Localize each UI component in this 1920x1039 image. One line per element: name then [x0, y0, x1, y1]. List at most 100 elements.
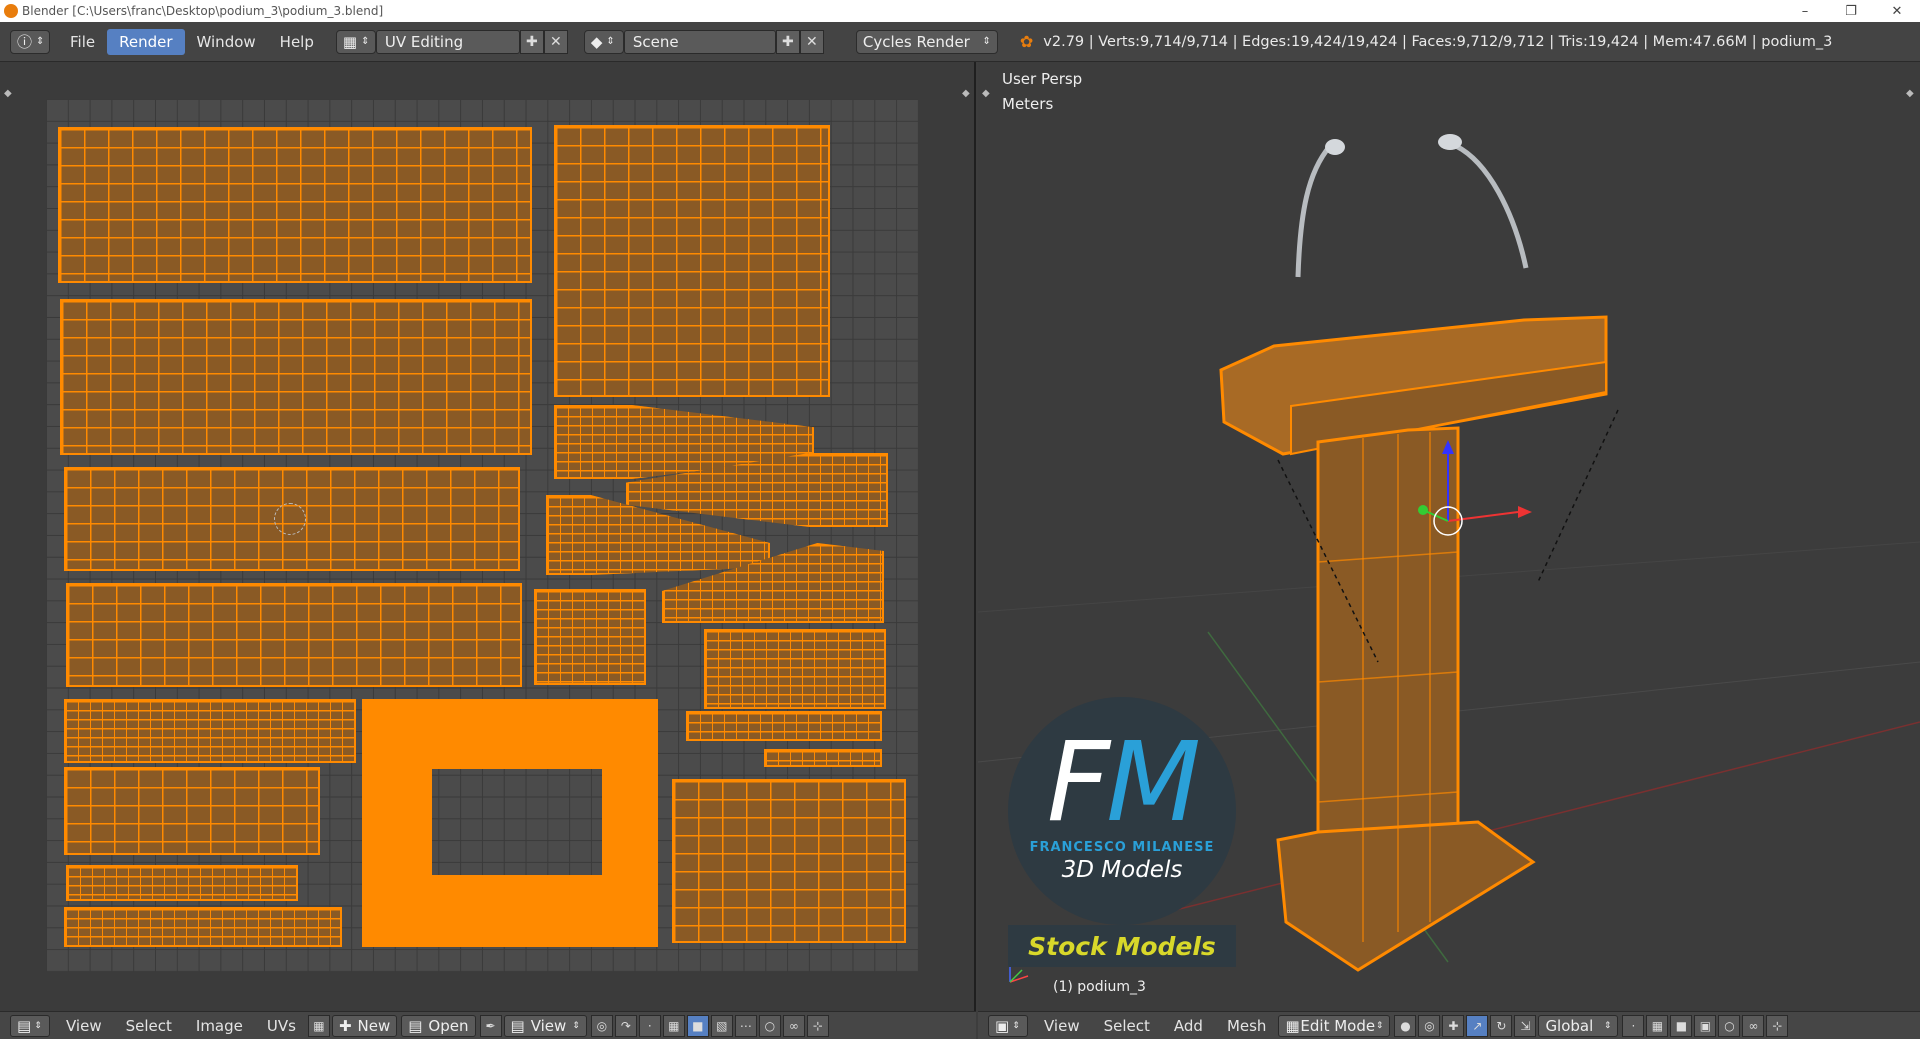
- info-header: ⓘ ⇕ File Render Window Help ▦ ⇕ UV Editing…: [0, 22, 1920, 62]
- pivot-point-icon[interactable]: ◎: [1418, 1014, 1441, 1037]
- menu-help[interactable]: Help: [268, 29, 326, 55]
- scene-browse-button[interactable]: ◆ ⇕: [583, 29, 624, 54]
- updown-icon: ⇕: [361, 36, 370, 47]
- updown-icon: ⇕: [1603, 1020, 1612, 1031]
- 2d-cursor-icon[interactable]: [274, 503, 306, 535]
- region-toggle-icon[interactable]: ◆: [4, 88, 12, 99]
- shading-solid-icon[interactable]: ●: [1394, 1014, 1417, 1037]
- uv-island[interactable]: [764, 749, 882, 767]
- logo-monogram: FM: [1008, 727, 1236, 837]
- vertex-select-icon[interactable]: ⋅: [638, 1014, 661, 1037]
- rotate-icon[interactable]: ↻: [1490, 1014, 1513, 1037]
- updown-icon: ⇕: [606, 36, 615, 47]
- uv-island[interactable]: [60, 299, 532, 455]
- layout-name-field[interactable]: UV Editing: [375, 29, 520, 54]
- uv-menu-uvs[interactable]: UVs: [255, 1017, 308, 1035]
- menu-render[interactable]: Render: [107, 28, 185, 55]
- face-select-icon[interactable]: ■: [1670, 1014, 1693, 1037]
- uv-island[interactable]: [64, 767, 320, 855]
- new-image-label: New: [357, 1016, 391, 1035]
- pin-icon[interactable]: ✒: [479, 1014, 502, 1037]
- close-icon[interactable]: ✕: [1874, 0, 1920, 22]
- scene-stats: v2.79 | Verts:9,714/9,714 | Edges:19,424…: [1043, 33, 1833, 50]
- uv-island[interactable]: [554, 125, 830, 397]
- vp-menu-add[interactable]: Add: [1162, 1017, 1215, 1035]
- restore-icon[interactable]: ❐: [1828, 0, 1874, 22]
- layout-add-button[interactable]: ✚: [519, 29, 544, 54]
- uv-island[interactable]: [58, 127, 532, 283]
- open-image-button[interactable]: ▤ Open: [401, 1014, 476, 1037]
- render-engine-select[interactable]: Cycles Render ⇕: [855, 29, 998, 54]
- translate-icon[interactable]: ↗: [1466, 1014, 1489, 1037]
- scene-add-button[interactable]: ✚: [775, 29, 800, 54]
- uv-island[interactable]: [66, 583, 522, 687]
- minimize-icon[interactable]: –: [1782, 0, 1828, 22]
- scene-remove-button[interactable]: ✕: [799, 29, 824, 54]
- uv-island[interactable]: [534, 589, 646, 685]
- stock-models-banner: Stock Models: [1008, 925, 1236, 967]
- uv-island[interactable]: [704, 629, 886, 709]
- editor-type-selector[interactable]: ▤ ⇕: [10, 1014, 50, 1037]
- viewport-footer: ▣ ⇕ View Select Add Mesh ▦ Edit Mode ⇕ ● ◎ …: [978, 1011, 1920, 1039]
- editor-type-selector[interactable]: ▣ ⇕: [988, 1014, 1028, 1037]
- manipulator-icon[interactable]: ✚: [1442, 1014, 1465, 1037]
- uv-menu-select[interactable]: Select: [114, 1017, 184, 1035]
- vp-menu-select[interactable]: Select: [1092, 1017, 1162, 1035]
- updown-icon: ⇕: [982, 36, 991, 47]
- proportional-edit-icon[interactable]: ○: [1718, 1014, 1741, 1037]
- blender-icon: ✿: [1019, 32, 1034, 51]
- sync-selection-icon[interactable]: ↷: [614, 1014, 637, 1037]
- menu-window[interactable]: Window: [185, 29, 268, 55]
- occlude-geometry-icon[interactable]: ▣: [1694, 1014, 1717, 1037]
- vp-menu-view[interactable]: View: [1032, 1017, 1092, 1035]
- active-object-label: (1) podium_3: [1053, 979, 1146, 995]
- scene-name-field[interactable]: Scene: [623, 29, 776, 54]
- view-mode-label: View: [530, 1016, 567, 1035]
- uv-menu-image[interactable]: Image: [184, 1017, 255, 1035]
- view-mode-select[interactable]: ▤ View ⇕: [503, 1014, 587, 1037]
- edge-select-icon[interactable]: ▦: [662, 1014, 685, 1037]
- render-engine-label: Cycles Render: [862, 32, 970, 51]
- layout-remove-button[interactable]: ✕: [543, 29, 568, 54]
- uv-island-frame[interactable]: [362, 699, 658, 947]
- vertex-select-icon[interactable]: ⋅: [1622, 1014, 1645, 1037]
- logo-letter-m: M: [1106, 718, 1201, 846]
- updown-icon: ⇕: [572, 1020, 580, 1031]
- vp-menu-mesh[interactable]: Mesh: [1215, 1017, 1279, 1035]
- uv-menu-view[interactable]: View: [54, 1017, 114, 1035]
- image-browse-icon[interactable]: ▦: [307, 1014, 330, 1037]
- grid-snap-icon[interactable]: ⊹: [806, 1014, 829, 1037]
- uv-island[interactable]: [64, 907, 342, 947]
- blender-logo-icon: [4, 4, 18, 18]
- pivot-icon[interactable]: ◎: [590, 1014, 613, 1037]
- menu-file[interactable]: File: [58, 29, 107, 55]
- uv-island[interactable]: [672, 779, 906, 943]
- editor-type-selector[interactable]: ⓘ ⇕: [10, 29, 50, 54]
- uv-grid-canvas[interactable]: [46, 99, 918, 972]
- logo-name: FRANCESCO MILANESE: [1029, 840, 1215, 855]
- proportional-edit-icon[interactable]: ○: [758, 1014, 781, 1037]
- snap-icon[interactable]: ∞: [1742, 1014, 1765, 1037]
- folder-icon: ▤: [408, 1016, 423, 1035]
- face-select-icon[interactable]: ■: [686, 1014, 709, 1037]
- uv-island[interactable]: [686, 711, 882, 741]
- snap-icon[interactable]: ∞: [782, 1014, 805, 1037]
- new-image-button[interactable]: ✚ New: [331, 1014, 398, 1037]
- open-image-label: Open: [428, 1016, 469, 1035]
- edge-select-icon[interactable]: ▦: [1646, 1014, 1669, 1037]
- uv-island[interactable]: [66, 865, 298, 901]
- window-titlebar: Blender [C:\Users\franc\Desktop\podium_3…: [0, 0, 1920, 22]
- image-editor-icon: ▤: [17, 1016, 32, 1035]
- grid-snap-icon[interactable]: ⊹: [1766, 1014, 1789, 1037]
- uv-image-editor[interactable]: ◆ ◆: [0, 62, 976, 1011]
- layout-browse-button[interactable]: ▦ ⇕: [335, 29, 376, 54]
- sticky-mode-icon[interactable]: ⋯: [734, 1014, 757, 1037]
- uv-island[interactable]: [64, 699, 356, 763]
- plus-icon: ✚: [526, 33, 538, 50]
- island-select-icon[interactable]: ▧: [710, 1014, 733, 1037]
- mode-select[interactable]: ▦ Edit Mode ⇕: [1278, 1014, 1391, 1037]
- orientation-select[interactable]: Global ⇕: [1538, 1014, 1619, 1037]
- scale-icon[interactable]: ⇲: [1514, 1014, 1537, 1037]
- region-toggle-icon[interactable]: ◆: [962, 88, 970, 99]
- info-icon: ⓘ: [17, 33, 33, 51]
